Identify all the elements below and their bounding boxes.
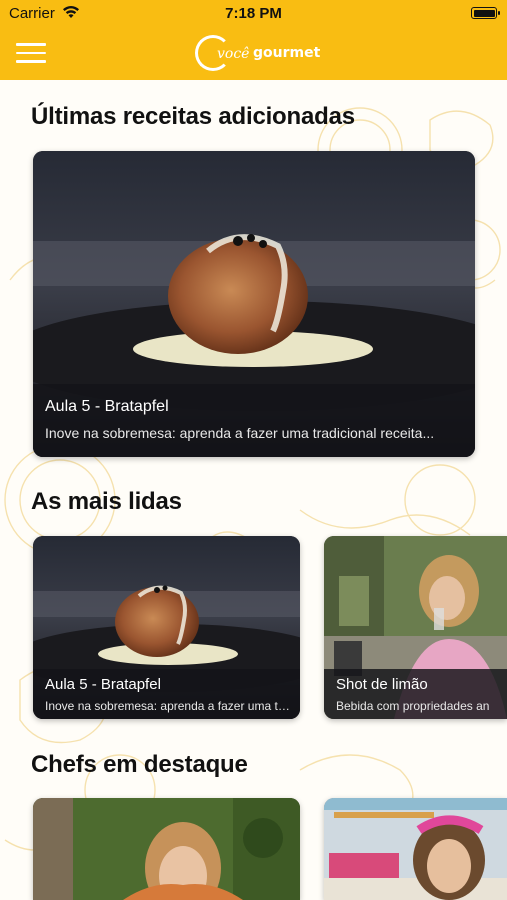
latest-recipes-title: Últimas receitas adicionadas (31, 103, 355, 130)
most-read-caption: Aula 5 - Bratapfel Inove na sobremesa: a… (33, 669, 300, 719)
logo-voce-text: você (217, 46, 250, 62)
app-logo: você gourmet (195, 33, 325, 73)
most-read-card[interactable]: Aula 5 - Bratapfel Inove na sobremesa: a… (33, 536, 300, 719)
most-read-card[interactable]: Shot de limão Bebida com propriedades an (324, 536, 507, 719)
most-read-title: As mais lidas (31, 488, 182, 515)
latest-recipe-caption: Aula 5 - Bratapfel Inove na sobremesa: a… (33, 384, 475, 457)
latest-recipe-card[interactable]: Aula 5 - Bratapfel Inove na sobremesa: a… (33, 151, 475, 457)
most-read-subtitle: Bebida com propriedades an (336, 699, 490, 713)
hamburger-menu-icon[interactable] (16, 43, 46, 63)
chef-card[interactable] (324, 798, 507, 900)
latest-recipe-subtitle: Inove na sobremesa: aprenda a fazer uma … (45, 425, 435, 441)
chef-card[interactable] (33, 798, 300, 900)
most-read-caption: Shot de limão Bebida com propriedades an (324, 669, 507, 719)
most-read-title-text: Aula 5 - Bratapfel (45, 676, 161, 693)
app-header: Carrier 7:18 PM você gourmet (0, 0, 507, 80)
logo-gourmet-text: gourmet (253, 45, 321, 61)
chef-photo (33, 798, 300, 900)
featured-chefs-title: Chefs em destaque (31, 751, 248, 778)
most-read-subtitle: Inove na sobremesa: aprenda a fazer uma … (45, 699, 290, 713)
status-bar: Carrier 7:18 PM (0, 0, 507, 28)
clock: 7:18 PM (225, 5, 282, 22)
chef-photo (324, 798, 507, 900)
latest-recipe-title: Aula 5 - Bratapfel (45, 398, 169, 415)
battery-icon (471, 7, 500, 19)
most-read-title-text: Shot de limão (336, 676, 428, 693)
